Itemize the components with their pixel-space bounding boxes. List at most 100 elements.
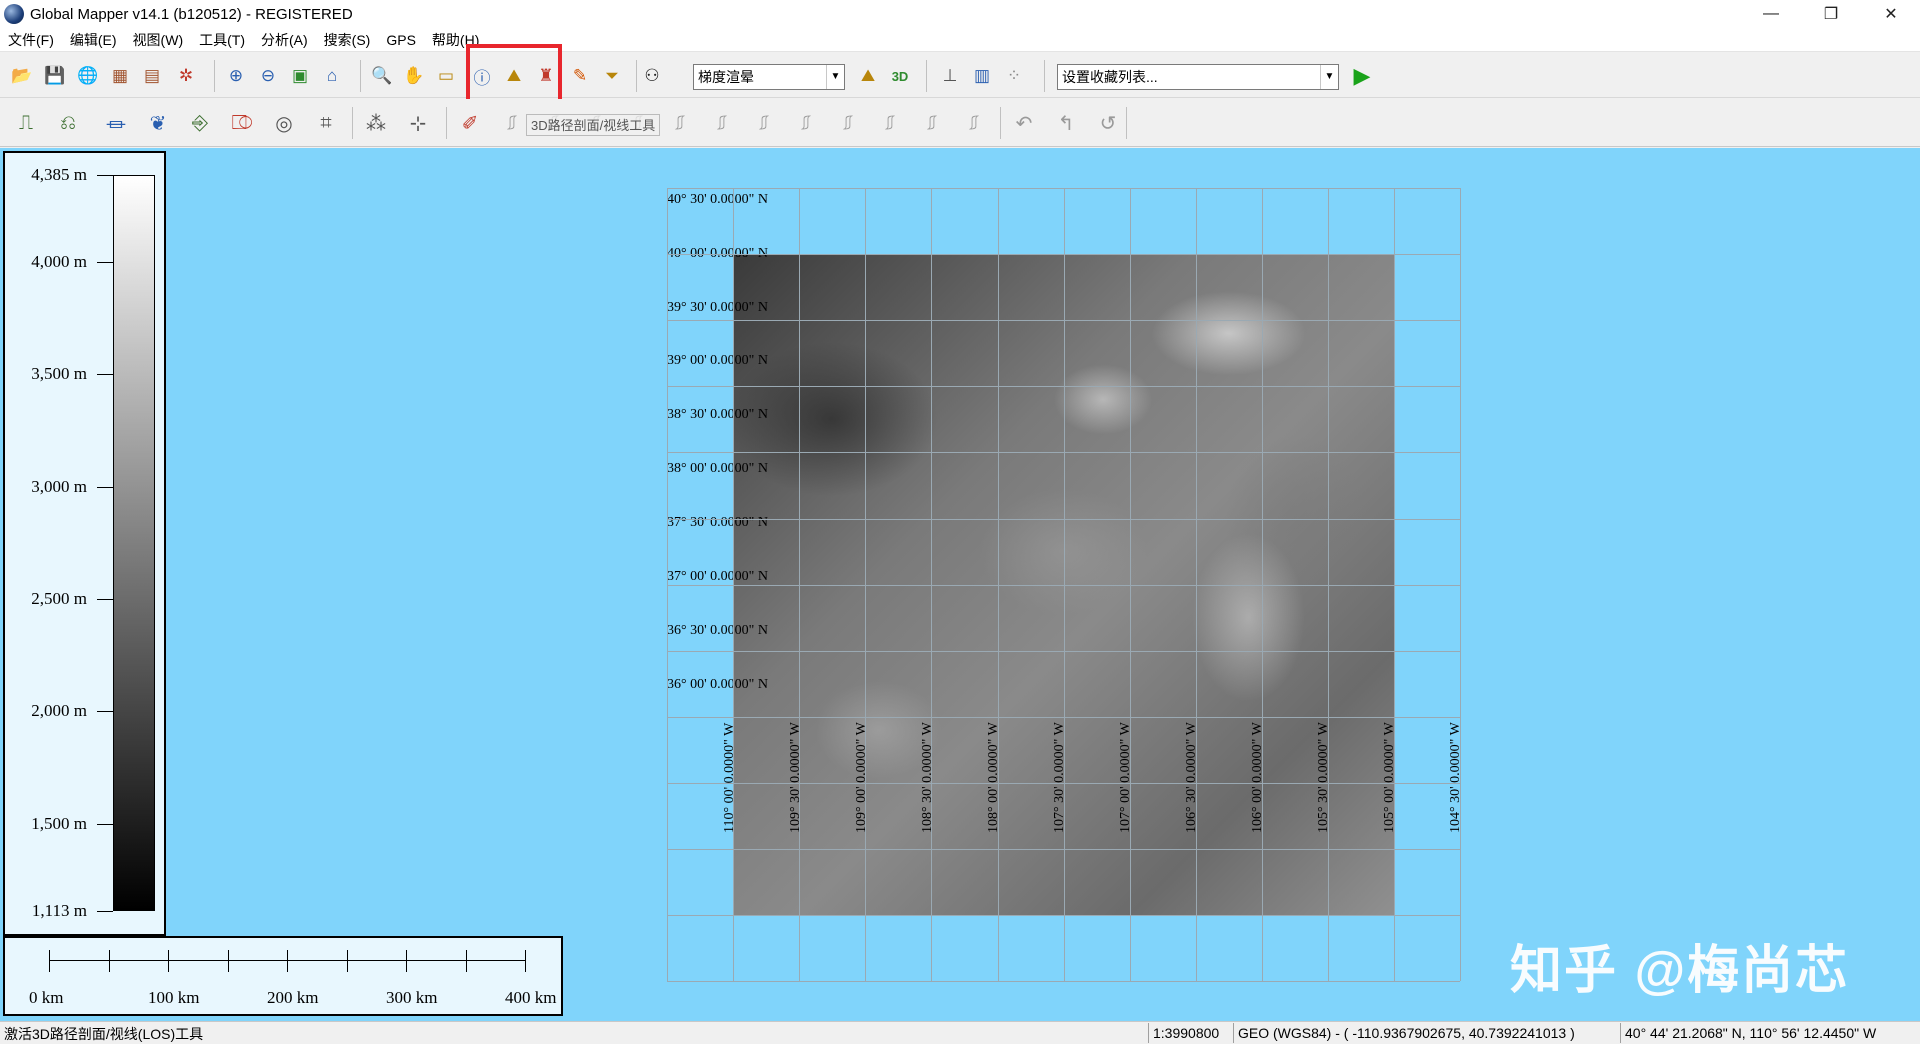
menu-search[interactable]: 搜索(S) [316, 28, 379, 52]
longitude-label: 108° 30' 0.0000" W [920, 722, 935, 833]
menu-analysis[interactable]: 分析(A) [253, 28, 316, 52]
save-icon[interactable]: 💾 [41, 62, 69, 90]
buffer-icon[interactable]: ◎ [266, 105, 302, 141]
3d-text-icon[interactable]: 3D [886, 62, 914, 90]
scale-tick [346, 950, 348, 972]
graticule-line [667, 981, 1460, 982]
legend-label: 4,000 m [31, 251, 87, 271]
filter-icon[interactable]: ⏷ [598, 62, 626, 90]
undo-a-icon[interactable]: ↶ [1006, 105, 1042, 141]
contour-icon[interactable]: ❦ [140, 105, 176, 141]
longitude-label: 108° 00' 0.0000" W [986, 722, 1001, 833]
latitude-label: 37° 00' 0.0000" N [667, 569, 768, 584]
favorites-select[interactable]: 设置收藏列表... ▼ [1057, 64, 1339, 90]
watermark-text: 知乎 @梅尚芯 [1510, 942, 1850, 1000]
app-globe-icon [4, 4, 24, 24]
graticule-line [667, 717, 1460, 718]
minimize-button[interactable]: — [1741, 0, 1801, 28]
latitude-label: 40° 30' 0.0000" N [667, 192, 768, 207]
longitude-label: 104° 30' 0.0000" W [1448, 722, 1463, 833]
legend-tick [97, 911, 113, 912]
move-vertex-icon[interactable]: ⊹ [400, 105, 436, 141]
open-folder-icon[interactable]: 📂 [8, 62, 36, 90]
latitude-label: 39° 30' 0.0000" N [667, 300, 768, 315]
points-icon[interactable]: ⁘ [1000, 62, 1028, 90]
longitude-label: 109° 30' 0.0000" W [788, 722, 803, 833]
zoom-tool-icon[interactable]: 🔍 [368, 62, 396, 90]
status-cursor-coords: 40° 44' 21.2068" N, 110° 56' 12.4450" W [1620, 1023, 1880, 1043]
latitude-label: 37° 30' 0.0000" N [667, 515, 768, 530]
menu-tools[interactable]: 工具(T) [191, 28, 253, 52]
globe-icon[interactable]: 🌐 [74, 62, 102, 90]
graticule-line [667, 915, 1460, 916]
graticule-line [1196, 188, 1197, 981]
graticule-line [1262, 188, 1263, 981]
favorites-value: 设置收藏列表... [1062, 69, 1158, 85]
pan-icon[interactable]: ✋ [400, 62, 428, 90]
create-area-icon[interactable]: ⎌ [50, 105, 86, 141]
menu-bar: 文件(F) 编辑(E) 视图(W) 工具(T) 分析(A) 搜索(S) GPS … [0, 28, 1920, 52]
legend-label: 3,000 m [31, 476, 87, 496]
close-button[interactable]: ✕ [1861, 0, 1920, 28]
highlight-annotation [466, 44, 562, 104]
menu-view[interactable]: 视图(W) [125, 28, 192, 52]
menu-edit[interactable]: 编辑(E) [62, 28, 125, 52]
title-bar: Global Mapper v14.1 (b120512) - REGISTER… [0, 0, 1920, 28]
zoom-out-icon[interactable]: ⊖ [254, 62, 282, 90]
config-icon[interactable]: ✲ [172, 62, 200, 90]
scale-label: 100 km [148, 988, 200, 1007]
legend-label: 3,500 m [31, 364, 87, 384]
chevron-down-icon: ▼ [1320, 65, 1338, 89]
render-mode-select[interactable]: 梯度渲晕 ▼ [693, 64, 845, 90]
catalog-icon[interactable]: ▦ [106, 62, 134, 90]
binoculars-icon[interactable]: ⚇ [638, 62, 666, 90]
legend-tick [97, 261, 113, 263]
menu-gps[interactable]: GPS [378, 28, 424, 52]
restore-button[interactable]: ❐ [1801, 0, 1861, 28]
undo-c-icon[interactable]: ↺ [1090, 105, 1126, 141]
tool-j-icon[interactable]: ⎎ [872, 105, 908, 141]
grid-icon[interactable]: ⌗ [308, 105, 344, 141]
menu-file[interactable]: 文件(F) [0, 28, 62, 52]
undo-b-icon[interactable]: ↰ [1048, 105, 1084, 141]
tool-a-icon[interactable]: ⎎ [494, 105, 530, 141]
tool-k-icon[interactable]: ⎎ [914, 105, 950, 141]
tool-h-icon[interactable]: ⎎ [788, 105, 824, 141]
tool-e-icon[interactable]: ⎎ [662, 105, 698, 141]
scale-tick [168, 950, 169, 972]
status-message: 激活3D路径剖面/视线(LOS)工具 [4, 1026, 204, 1042]
overlay-control-icon[interactable]: ▥ [968, 62, 996, 90]
graticule-line [1328, 188, 1329, 981]
edit-feature-icon[interactable]: ⎍ [8, 105, 44, 141]
graticule-line [1130, 188, 1131, 981]
3d-view-icon[interactable]: ⛰ [854, 62, 882, 90]
split-icon[interactable]: ⎆ [182, 105, 218, 141]
full-view-icon[interactable]: ▣ [286, 62, 314, 90]
digitizer-icon[interactable]: ✎ [566, 62, 594, 90]
draw-icon[interactable]: ✐ [452, 105, 488, 141]
latitude-label: 36° 00' 0.0000" N [667, 677, 768, 692]
tool-f-icon[interactable]: ⎎ [704, 105, 740, 141]
elevation-legend: 4,385 m 4,000 m 3,500 m 3,000 m 2,500 m … [3, 151, 166, 936]
latitude-label: 36° 30' 0.0000" N [667, 623, 768, 638]
gps-track-icon[interactable]: ⊥ [936, 62, 964, 90]
scale-label: 400 km [505, 988, 557, 1007]
longitude-label: 105° 00' 0.0000" W [1382, 722, 1397, 833]
map-view[interactable]: 4,385 m 4,000 m 3,500 m 3,000 m 2,500 m … [0, 148, 1920, 1021]
home-icon[interactable]: ⌂ [318, 62, 346, 90]
tool-l-icon[interactable]: ⎎ [956, 105, 992, 141]
latitude-label: 39° 00' 0.0000" N [667, 353, 768, 368]
zoom-in-icon[interactable]: ⊕ [222, 62, 250, 90]
legend-tick [97, 599, 113, 600]
vertex-icon[interactable]: ⁂ [358, 105, 394, 141]
code-icon[interactable]: ⎄ [224, 105, 260, 141]
run-play-icon[interactable]: ▶ [1348, 62, 1376, 90]
scale-tick [227, 950, 229, 972]
longitude-label: 106° 30' 0.0000" W [1184, 722, 1199, 833]
create-line-icon[interactable]: ⏛ [98, 105, 134, 141]
tool-i-icon[interactable]: ⎎ [830, 105, 866, 141]
scale-tick [108, 950, 110, 972]
export-icon[interactable]: ▤ [138, 62, 166, 90]
measure-icon[interactable]: ▭ [432, 62, 460, 90]
tool-g-icon[interactable]: ⎎ [746, 105, 782, 141]
